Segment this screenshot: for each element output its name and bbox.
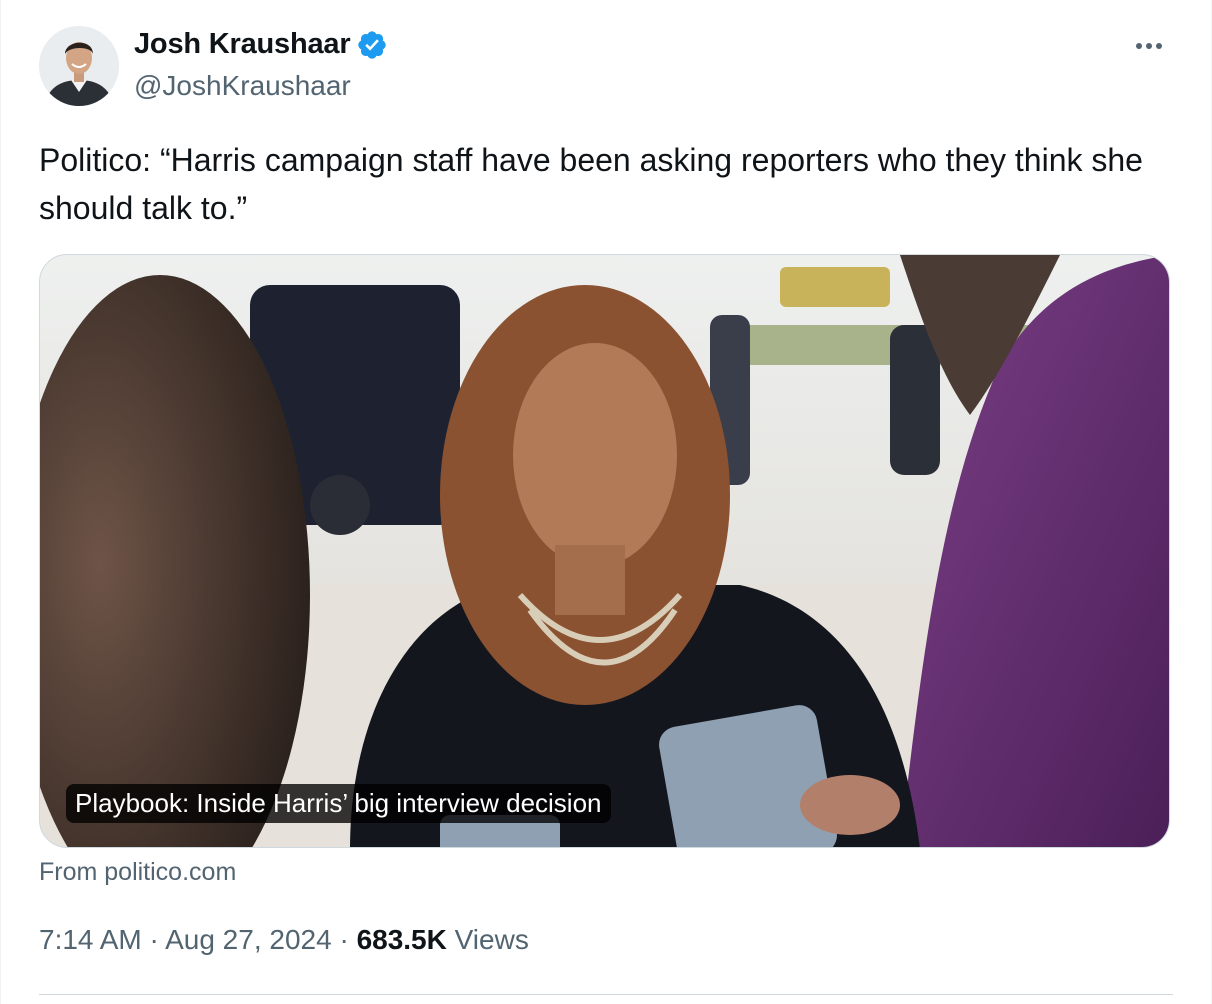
author-name[interactable]: Josh Kraushaar	[134, 28, 351, 61]
views-count: 683.5K	[356, 924, 447, 955]
views-label: Views	[454, 924, 529, 955]
link-card-caption: Playbook: Inside Harris’ big interview d…	[66, 784, 611, 823]
meta-separator: ·	[331, 924, 357, 955]
tweet-date[interactable]: Aug 27, 2024	[165, 924, 332, 955]
author-name-row[interactable]: Josh Kraushaar	[134, 28, 388, 61]
avatar-image	[39, 26, 119, 106]
tweet-card: Josh Kraushaar @JoshKraushaar Politico: …	[0, 0, 1212, 1004]
link-card-media[interactable]: Playbook: Inside Harris’ big interview d…	[39, 254, 1170, 848]
tweet-text: Politico: “Harris campaign staff have be…	[39, 142, 1143, 226]
tweet-time[interactable]: 7:14 AM	[39, 924, 142, 955]
link-card-image	[40, 255, 1169, 847]
meta-separator: ·	[141, 924, 166, 955]
verified-badge-icon	[358, 30, 387, 59]
tweet-meta: 7:14 AM · Aug 27, 2024 · 683.5K Views	[39, 924, 529, 956]
more-horizontal-icon[interactable]	[1131, 28, 1167, 64]
link-source[interactable]: From politico.com	[39, 858, 236, 887]
author-handle[interactable]: @JoshKraushaar	[134, 70, 351, 102]
avatar[interactable]	[39, 26, 119, 106]
divider	[39, 994, 1173, 995]
